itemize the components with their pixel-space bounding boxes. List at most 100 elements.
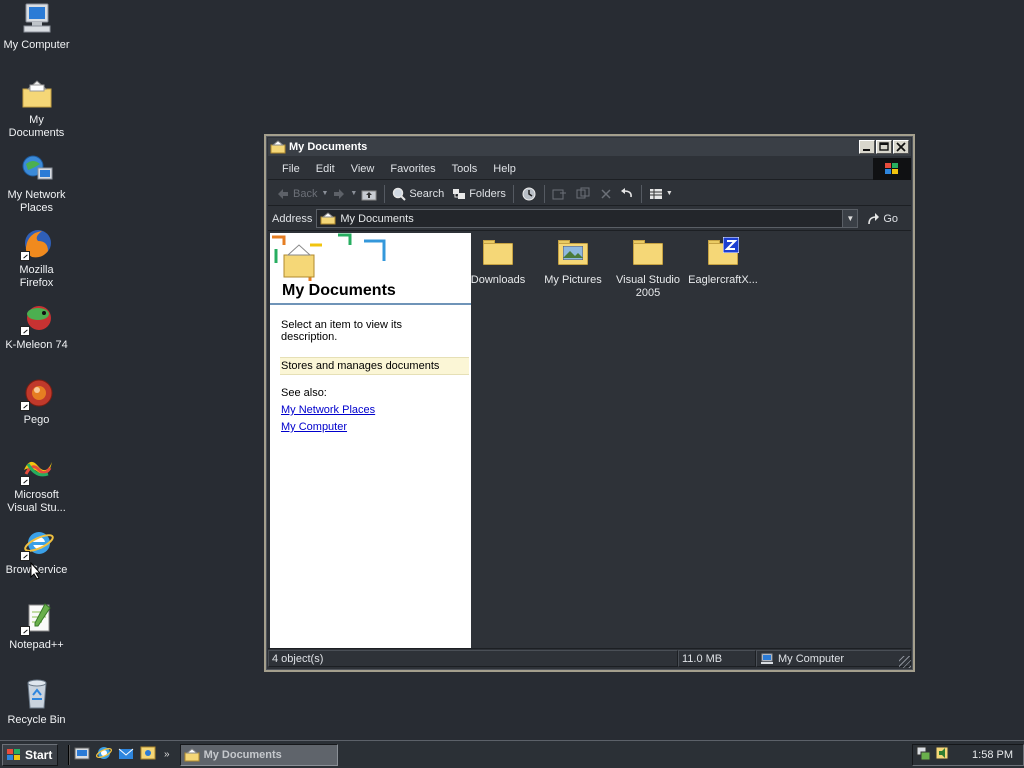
notepad-plus-plus-icon: [19, 602, 54, 636]
kmeleon-icon: [19, 302, 54, 336]
back-label: Back: [293, 187, 318, 200]
desktop-icon-label: My Network Places: [7, 189, 66, 214]
visual-studio-icon: [19, 452, 54, 486]
explorer-window[interactable]: My Documents File Edit View Favorites To…: [264, 134, 915, 672]
shortcut-arrow-icon: [19, 551, 30, 561]
desktop-icon-my-computer[interactable]: My Computer: [0, 2, 73, 52]
address-input[interactable]: My Documents ▼: [316, 209, 859, 228]
file-name: My Pictures: [544, 274, 602, 286]
task-pane-banner-icon: [272, 233, 386, 281]
quick-launch-more-icon[interactable]: »: [164, 749, 170, 760]
shortcut-arrow-icon: [19, 626, 30, 636]
file-name: EaglercraftX...: [688, 274, 758, 286]
taskbar-button-label: My Documents: [203, 748, 282, 761]
status-size: 11.0 MB: [678, 650, 756, 667]
desktop-icon-visual-studio[interactable]: Microsoft Visual Stu...: [0, 452, 73, 515]
file-item-downloads[interactable]: Downloads: [460, 237, 536, 287]
history-button[interactable]: [517, 183, 541, 205]
documents-folder-icon: [184, 747, 200, 761]
up-folder-icon: [361, 190, 377, 200]
menu-help[interactable]: Help: [485, 163, 524, 175]
desktop-icon-network-places[interactable]: My Network Places: [0, 152, 73, 215]
desktop-icon-label: Microsoft Visual Stu...: [7, 489, 66, 514]
menu-file[interactable]: File: [274, 163, 308, 175]
desktop-icon-label: K-Meleon 74: [5, 339, 68, 351]
desktop-icon-kmeleon[interactable]: K-Meleon 74: [0, 302, 73, 352]
up-folder-button[interactable]: [357, 183, 381, 205]
menu-tools[interactable]: Tools: [444, 163, 486, 175]
address-value: My Documents: [340, 212, 414, 225]
task-pane-description: Select an item to view its description.: [281, 319, 403, 343]
desktop-icon-my-documents[interactable]: My Documents: [0, 77, 73, 140]
desktop-icon-recycle-bin[interactable]: Recycle Bin: [0, 677, 73, 727]
menu-edit[interactable]: Edit: [308, 163, 343, 175]
quick-launch: »: [68, 744, 170, 765]
menu-bar: File Edit View Favorites Tools Help: [268, 158, 911, 180]
move-to-button[interactable]: [548, 183, 572, 205]
pego-icon: [19, 377, 54, 411]
go-label: Go: [883, 212, 899, 225]
shortcut-arrow-icon: [19, 326, 30, 336]
shortcut-arrow-icon: [19, 401, 30, 411]
internet-explorer-icon[interactable]: [95, 745, 113, 764]
forward-dropdown-icon[interactable]: ▼: [350, 190, 357, 197]
desktop-icon-notepadpp[interactable]: Notepad++: [0, 602, 73, 652]
maximize-button[interactable]: [876, 140, 892, 154]
go-button[interactable]: Go: [866, 212, 899, 225]
address-dropdown-button[interactable]: ▼: [842, 210, 858, 227]
file-item-eaglercraftx[interactable]: EaglercraftX...: [685, 237, 761, 287]
folders-button[interactable]: Folders: [448, 183, 510, 205]
minimize-icon: [863, 149, 870, 151]
shortcut-arrow-icon: [19, 251, 30, 261]
windows-logo-icon: [7, 748, 20, 760]
toolbar-separator: [543, 184, 545, 203]
documents-folder-icon: [320, 212, 336, 225]
toolbar-separator: [512, 184, 514, 203]
task-pane-info: Stores and manages documents: [280, 357, 469, 375]
file-view[interactable]: Downloads My Pictures Visual Studio 2005: [471, 233, 911, 649]
views-button[interactable]: ▼: [645, 183, 677, 205]
clock[interactable]: 1:58 PM: [972, 749, 1013, 761]
documents-folder-icon: [270, 140, 286, 154]
forward-button[interactable]: [328, 183, 350, 205]
undo-icon: [620, 187, 632, 197]
outlook-express-icon[interactable]: [118, 745, 134, 764]
menu-view[interactable]: View: [343, 163, 383, 175]
back-dropdown-icon[interactable]: ▼: [321, 190, 328, 197]
title-bar[interactable]: My Documents: [268, 138, 911, 156]
close-button[interactable]: [893, 140, 909, 154]
internet-explorer-icon: [19, 527, 54, 561]
firefox-icon: [19, 227, 54, 261]
back-button[interactable]: Back: [272, 183, 321, 205]
close-icon: [896, 142, 906, 152]
file-item-my-pictures[interactable]: My Pictures: [535, 237, 611, 287]
desktop-icon-firefox[interactable]: Mozilla Firefox: [0, 227, 73, 290]
resize-grip-icon[interactable]: [899, 656, 911, 668]
start-button[interactable]: Start: [2, 743, 58, 766]
search-button[interactable]: Search: [388, 183, 448, 205]
show-desktop-icon[interactable]: [74, 745, 90, 764]
menu-favorites[interactable]: Favorites: [382, 163, 443, 175]
network-tray-icon[interactable]: [915, 745, 931, 764]
address-label: Address: [272, 212, 313, 225]
link-my-network-places[interactable]: My Network Places: [281, 404, 460, 416]
volume-tray-icon[interactable]: [934, 745, 950, 764]
link-my-computer[interactable]: My Computer: [281, 421, 460, 433]
desktop: My Computer My Documents My Network Plac…: [0, 0, 1024, 740]
documents-folder-icon: [20, 77, 54, 111]
move-to-icon: [552, 189, 566, 199]
views-dropdown-icon: ▼: [665, 190, 673, 197]
desktop-icon-label: Pego: [23, 414, 50, 426]
file-name: Visual Studio 2005: [615, 274, 680, 299]
desktop-icon-pego[interactable]: Pego: [0, 377, 73, 427]
minimize-button[interactable]: [859, 140, 875, 154]
delete-button[interactable]: [596, 183, 616, 205]
undo-button[interactable]: [616, 183, 638, 205]
copy-to-button[interactable]: [572, 183, 596, 205]
desktop-icon-label: Notepad++: [9, 639, 64, 651]
media-icon[interactable]: [140, 745, 156, 764]
taskbar-button-my-documents[interactable]: My Documents: [179, 743, 338, 766]
file-item-visual-studio-2005[interactable]: Visual Studio 2005: [610, 237, 686, 300]
go-arrow-icon: [868, 212, 880, 224]
desktop-icon-label: My Computer: [3, 39, 70, 51]
